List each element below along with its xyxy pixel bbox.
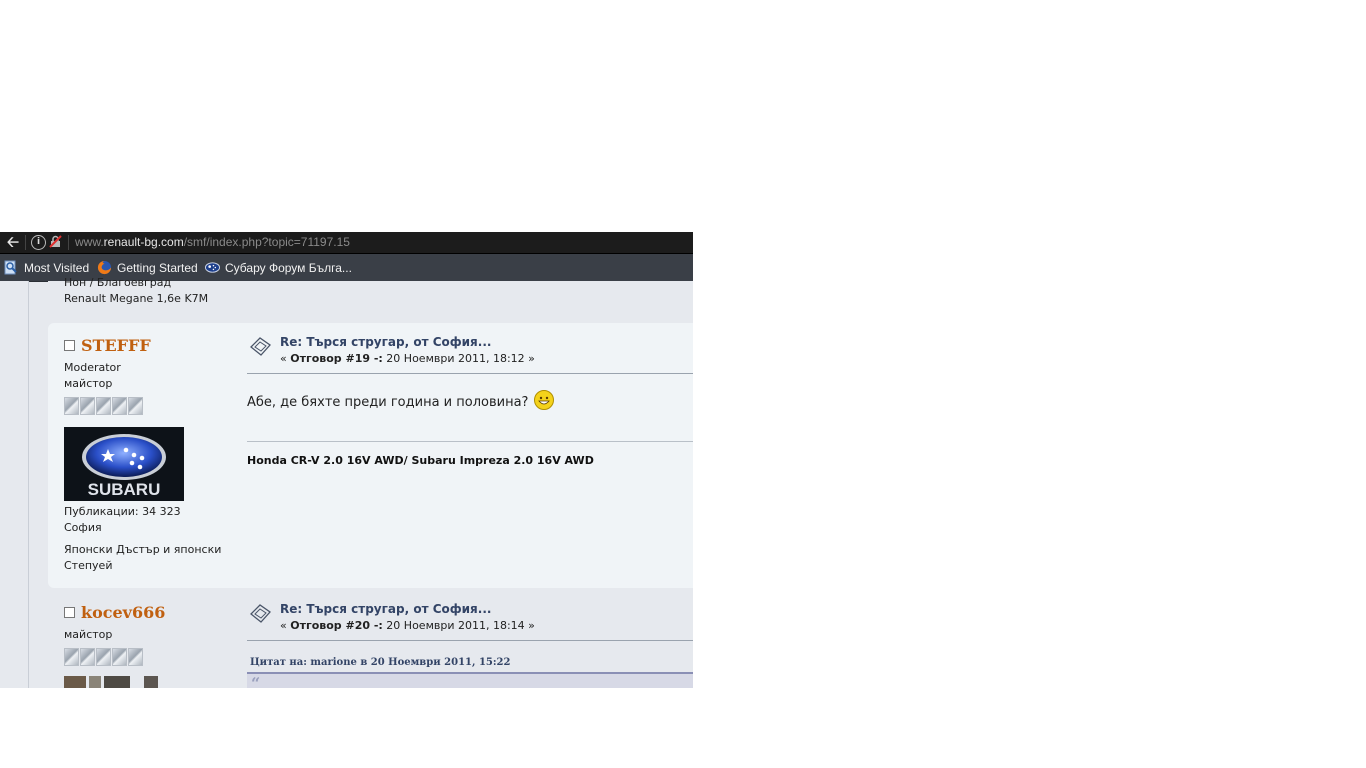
offline-status-icon [64, 607, 75, 618]
star-icon [80, 397, 95, 415]
custom-field-line: Японски Дъстър и японски [64, 543, 222, 556]
avatar: SUBARU [64, 427, 184, 501]
quote-mark-icon: “ [251, 674, 261, 688]
avatar-thumbnail [144, 676, 158, 688]
divider [68, 235, 69, 250]
grin-smiley-icon [534, 390, 555, 410]
star-icon [112, 648, 127, 666]
avatar [64, 676, 164, 688]
divider [25, 235, 26, 250]
post-signature: Honda CR-V 2.0 16V AWD/ Subaru Impreza 2… [247, 454, 594, 467]
divider [247, 373, 693, 374]
username-row: kocev666 [64, 603, 165, 622]
star-icon [64, 397, 79, 415]
back-arrow-icon[interactable]: 🡠 [5, 234, 21, 250]
star-icon [80, 648, 95, 666]
post-meta: « Отговор #19 -: 20 Ноември 2011, 18:12 … [280, 352, 535, 365]
subaru-avatar-image: SUBARU [64, 427, 184, 501]
rank-stars [64, 648, 143, 666]
post-meta: « Отговор #20 -: 20 Ноември 2011, 18:14 … [280, 619, 535, 632]
quote-block: “ [247, 672, 693, 688]
post-topic-icon [250, 604, 271, 623]
member-group: Moderator [64, 361, 121, 374]
divider [247, 640, 693, 641]
offline-status-icon [64, 340, 75, 351]
bookmark-subaru-forum[interactable]: Субару Форум Бълга... [205, 259, 352, 276]
avatar-thumbnail [64, 676, 86, 688]
firefox-icon [97, 260, 112, 275]
post-title-link[interactable]: Re: Търся стругар, от София... [280, 335, 491, 349]
username-link[interactable]: kocev666 [81, 603, 165, 622]
previous-post-location: Нон / Благоевград [64, 276, 172, 289]
insecure-lock-icon[interactable] [49, 235, 62, 248]
member-rank: майстор [64, 628, 113, 641]
forum-post: STEFFF Moderator майстор SUBARU Публикац… [48, 323, 693, 588]
quote-header[interactable]: Цитат на: marione в 20 Ноември 2011, 15:… [250, 657, 510, 668]
star-icon [112, 397, 127, 415]
star-icon [96, 648, 111, 666]
avatar-brand-text: SUBARU [88, 480, 161, 499]
post-body: Абе, де бяхте преди година и половина? [247, 390, 555, 412]
signature-divider [247, 441, 693, 442]
username-link[interactable]: STEFFF [81, 336, 151, 355]
reply-number: Отговор #19 -: [290, 352, 383, 365]
post-title-link[interactable]: Re: Търся стругар, от София... [280, 602, 491, 616]
post-count: Публикации: 34 323 [64, 505, 181, 518]
member-location: София [64, 521, 102, 534]
browser-window: 🡠 i www.renault-bg.com/smf/index.php?top… [0, 232, 693, 688]
bookmark-most-visited[interactable]: Most Visited [4, 259, 89, 276]
username-row: STEFFF [64, 336, 151, 355]
avatar-gap [133, 676, 141, 688]
star-icon [128, 648, 143, 666]
info-icon[interactable]: i [31, 235, 46, 250]
reply-number: Отговор #20 -: [290, 619, 383, 632]
custom-field-line: Степуей [64, 559, 113, 572]
forum-post: kocev666 майстор Re: Търся стругар, от С… [48, 590, 693, 688]
member-rank: майстор [64, 377, 113, 390]
bookmark-getting-started[interactable]: Getting Started [97, 259, 198, 276]
forum-left-margin [0, 281, 29, 688]
url-bar[interactable]: 🡠 i www.renault-bg.com/smf/index.php?top… [0, 232, 693, 254]
star-icon [64, 648, 79, 666]
star-icon [96, 397, 111, 415]
star-icon [128, 397, 143, 415]
avatar-thumbnail [104, 676, 130, 688]
avatar-thumbnail [89, 676, 101, 688]
previous-post-signature: Renault Megane 1,6e K7M [64, 292, 209, 305]
previous-post-tail: Нон / Благоевград Renault Megane 1,6e K7… [48, 276, 693, 320]
subaru-logo-icon [205, 262, 220, 273]
post-topic-icon [250, 337, 271, 356]
rank-stars [64, 397, 143, 415]
url-text[interactable]: www.renault-bg.com/smf/index.php?topic=7… [75, 235, 350, 249]
magnifier-page-icon [4, 260, 17, 275]
